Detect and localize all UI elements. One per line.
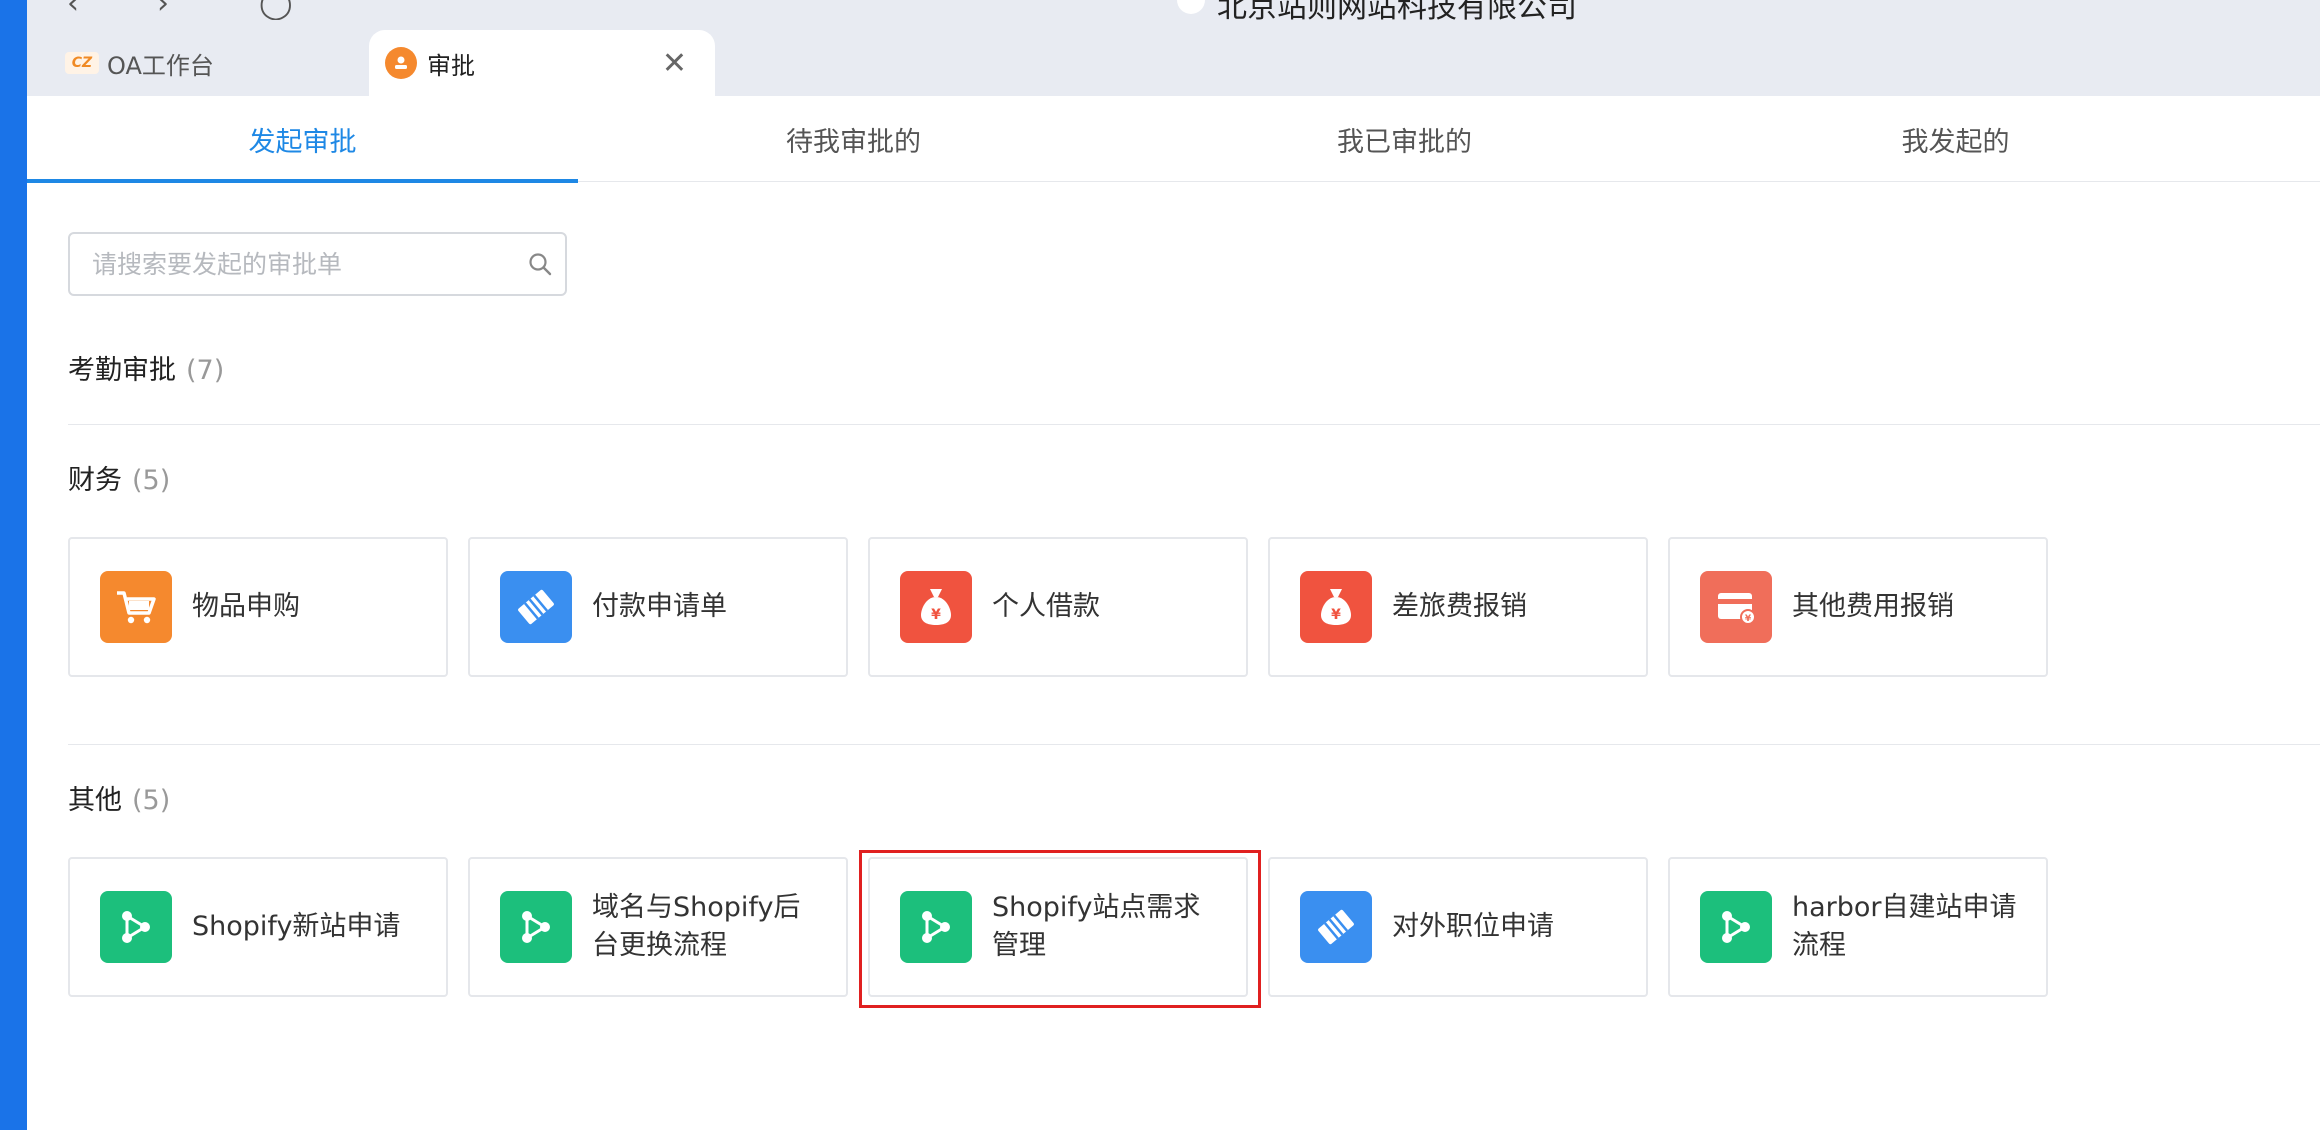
flow-icon: [900, 891, 972, 963]
card-label: 差旅费报销: [1392, 591, 1527, 622]
card-label: 对外职位申请: [1392, 911, 1554, 942]
card-label: 个人借款: [992, 591, 1100, 622]
section-count: (7): [186, 355, 225, 386]
section-name: 其他: [68, 785, 122, 816]
card-travel-reimbursement[interactable]: ¥ 差旅费报销: [1268, 537, 1648, 677]
flow-icon: [1700, 891, 1772, 963]
section-finance-title: 财务 (5): [68, 458, 170, 497]
forward-icon[interactable]: ›: [157, 0, 169, 20]
card-label: 其他费用报销: [1792, 591, 1954, 622]
cart-icon: [100, 571, 172, 643]
money-bag-icon: ¥: [900, 571, 972, 643]
flow-icon: [500, 891, 572, 963]
section-other-title: 其他 (5): [68, 778, 170, 817]
card-payment-request[interactable]: 付款申请单: [468, 537, 848, 677]
subtab-approved-by-me[interactable]: 我已审批的: [1129, 96, 1680, 182]
card-domain-shopify-change[interactable]: 域名与Shopify后台更换流程: [468, 857, 848, 997]
svg-text:¥: ¥: [1331, 607, 1341, 623]
subtab-started-by-me[interactable]: 我发起的: [1680, 96, 2231, 182]
card-label: harbor自建站申请流程: [1792, 892, 2017, 961]
section-count: (5): [132, 465, 171, 496]
tab-label: 审批: [427, 51, 475, 80]
tab-oa-workbench[interactable]: CZ OA工作台: [65, 30, 365, 96]
tab-label: OA工作台: [107, 51, 214, 80]
card-icon: ¥: [1700, 571, 1772, 643]
card-label: Shopify新站申请: [192, 911, 401, 942]
card-item-purchase[interactable]: 物品申购: [68, 537, 448, 677]
section-name: 财务: [68, 465, 122, 496]
window-title: 北京站则网站科技有限公司: [1217, 0, 1577, 20]
search-input[interactable]: [70, 234, 515, 294]
section-count: (5): [132, 785, 171, 816]
card-label: 付款申请单: [592, 591, 727, 622]
divider: [68, 744, 2320, 745]
close-icon[interactable]: ✕: [662, 46, 687, 81]
card-personal-loan[interactable]: ¥ 个人借款: [868, 537, 1248, 677]
search-box: [68, 232, 567, 296]
window-chrome: ‹ › ◯ 北京站则网站科技有限公司 CZ OA工作台 审批 ✕: [27, 0, 2320, 96]
search-icon[interactable]: [515, 251, 565, 277]
card-label: Shopify站点需求管理: [992, 892, 1201, 961]
subtab-pending-my-approval[interactable]: 待我审批的: [578, 96, 1129, 182]
oa-logo-icon: CZ: [65, 52, 99, 74]
card-shopify-new-site[interactable]: Shopify新站申请: [68, 857, 448, 997]
card-harbor-self-built-site[interactable]: harbor自建站申请流程: [1668, 857, 2048, 997]
card-shopify-site-requirements[interactable]: Shopify站点需求管理: [868, 857, 1248, 997]
subtab-bar: 发起审批 待我审批的 我已审批的 我发起的: [27, 96, 2320, 183]
payment-icon: [500, 571, 572, 643]
card-label: 物品申购: [192, 591, 300, 622]
tab-approval[interactable]: 审批 ✕: [369, 30, 715, 96]
divider: [68, 424, 2320, 425]
refresh-icon[interactable]: ◯: [259, 0, 293, 20]
window-titlebar: ‹ › ◯ 北京站则网站科技有限公司: [27, 0, 2320, 20]
section-attendance-title[interactable]: 考勤审批 (7): [68, 348, 224, 387]
subtab-start-approval[interactable]: 发起审批: [27, 96, 578, 183]
back-icon[interactable]: ‹: [67, 0, 79, 20]
approval-main: 发起审批 待我审批的 我已审批的 我发起的 考勤审批 (7) 财务 (5) 物品申购…: [27, 96, 2320, 1130]
svg-text:¥: ¥: [931, 607, 941, 623]
approval-app-icon: [385, 47, 417, 79]
left-sidebar-strip: [0, 0, 27, 1130]
flow-icon: [100, 891, 172, 963]
company-logo-icon: [1177, 0, 1205, 14]
card-external-position[interactable]: 对外职位申请: [1268, 857, 1648, 997]
card-other-expense-reimbursement[interactable]: ¥ 其他费用报销: [1668, 537, 2048, 677]
svg-text:¥: ¥: [1745, 614, 1752, 624]
section-name: 考勤审批: [68, 355, 176, 386]
money-bag-icon: ¥: [1300, 571, 1372, 643]
payment-icon: [1300, 891, 1372, 963]
card-label: 域名与Shopify后台更换流程: [592, 892, 801, 961]
